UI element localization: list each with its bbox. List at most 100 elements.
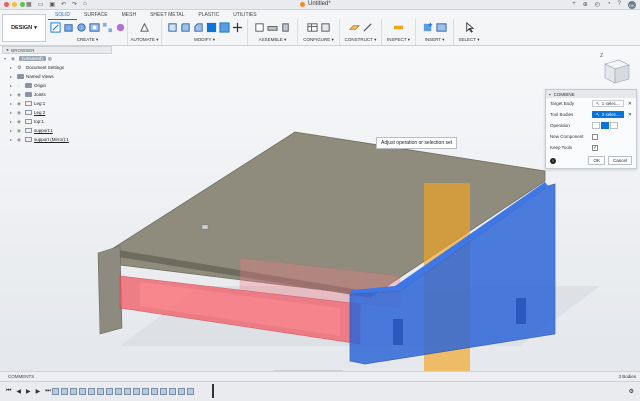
select-cursor-icon[interactable] xyxy=(464,22,475,33)
join-operation-button[interactable] xyxy=(592,122,600,129)
cut-operation-button[interactable] xyxy=(601,122,609,129)
timeline-feature[interactable] xyxy=(115,388,122,395)
measure-icon[interactable] xyxy=(393,22,404,33)
clear-target-icon[interactable]: ✕ xyxy=(628,101,632,107)
joint-icon[interactable] xyxy=(267,22,278,33)
step-back-icon[interactable]: ◀ xyxy=(16,388,21,395)
clear-tools-icon[interactable]: ✕ xyxy=(628,112,632,118)
as-built-joint-icon[interactable] xyxy=(280,22,291,33)
timeline-feature[interactable] xyxy=(178,388,185,395)
chevron-right-icon[interactable]: ▸ xyxy=(10,137,15,142)
new-sketch-icon[interactable] xyxy=(49,22,61,33)
insert-derive-icon[interactable] xyxy=(423,22,434,33)
move-icon[interactable] xyxy=(232,22,243,33)
new-component-checkbox[interactable] xyxy=(592,133,598,140)
automate-icon[interactable] xyxy=(139,22,150,33)
chevron-right-icon[interactable]: ▸ xyxy=(10,65,15,70)
press-pull-icon[interactable] xyxy=(167,22,178,33)
timeline-settings-icon[interactable]: ⚙ xyxy=(629,388,634,395)
ok-button[interactable]: OK xyxy=(588,156,605,165)
insert-image-icon[interactable] xyxy=(435,22,447,33)
timeline-feature[interactable] xyxy=(61,388,68,395)
timeline-feature[interactable] xyxy=(106,388,113,395)
skip-start-icon[interactable]: ⏮ xyxy=(6,388,11,395)
eye-icon[interactable]: ◉ xyxy=(17,137,23,143)
tree-item-document-settings[interactable]: ▸ ⚙ Document Settings xyxy=(2,63,112,72)
tree-item-top-1[interactable]: ▸ ◉ top:1 xyxy=(2,117,112,126)
axis-icon[interactable] xyxy=(362,22,373,33)
step-forward-icon[interactable]: ▶ xyxy=(36,388,41,395)
tool-bodies-selector[interactable]: ↖ 2 selec... xyxy=(592,111,624,118)
view-cube[interactable]: Z xyxy=(597,52,633,86)
redo-icon[interactable]: ↷ xyxy=(72,1,77,8)
minimize-window-button[interactable] xyxy=(12,2,17,7)
workspace-selector[interactable]: DESIGN ▾ xyxy=(2,14,46,42)
timeline-feature[interactable] xyxy=(124,388,131,395)
configure-table-icon[interactable] xyxy=(306,22,318,33)
job-status-icon[interactable]: ◴ xyxy=(595,1,600,9)
grid-icon[interactable]: ▦ xyxy=(26,1,32,8)
tree-item-support-mirror-1[interactable]: ▸ ◉ support (Mirror):1 xyxy=(2,135,112,144)
timeline-marker[interactable] xyxy=(212,384,214,398)
eye-icon[interactable]: ◉ xyxy=(17,119,23,125)
timeline-feature[interactable] xyxy=(151,388,158,395)
collapse-icon[interactable]: ▪ xyxy=(549,92,551,97)
notifications-icon[interactable]: ◔ xyxy=(607,1,611,9)
chevron-right-icon[interactable]: ▸ xyxy=(10,92,15,97)
timeline-feature[interactable] xyxy=(97,388,104,395)
eye-icon[interactable]: ◌ xyxy=(17,83,23,88)
tree-root[interactable]: ▾ ◉ (Unsaved) ◎ xyxy=(2,54,112,63)
combine-icon[interactable] xyxy=(218,22,230,33)
collapse-icon[interactable]: ◂ xyxy=(6,47,8,53)
comments-bar[interactable]: COMMENTS xyxy=(0,371,640,381)
undo-icon[interactable]: ↶ xyxy=(61,1,66,8)
chevron-right-icon[interactable]: ▸ xyxy=(10,74,15,79)
save-icon[interactable]: ▣ xyxy=(49,1,55,8)
intersect-operation-button[interactable] xyxy=(610,122,618,129)
tree-item-named-views[interactable]: ▸ Named Views xyxy=(2,72,112,81)
timeline-feature[interactable] xyxy=(187,388,194,395)
eye-icon[interactable]: ◉ xyxy=(17,128,23,134)
cancel-button[interactable]: Cancel xyxy=(607,156,632,165)
window-controls[interactable] xyxy=(4,2,25,7)
extensions-icon[interactable]: ⊕ xyxy=(583,1,588,9)
form-icon[interactable] xyxy=(115,22,126,33)
browser-header[interactable]: ◂ BROWSER xyxy=(2,46,112,54)
tree-item-leg-1[interactable]: ▸ ◉ Leg:1 xyxy=(2,99,112,108)
timeline-feature[interactable] xyxy=(142,388,149,395)
eye-icon[interactable]: ◉ xyxy=(11,56,17,62)
chevron-right-icon[interactable]: ▸ xyxy=(10,119,15,124)
chamfer-icon[interactable] xyxy=(193,22,204,33)
new-component-icon[interactable] xyxy=(254,22,265,33)
hole-icon[interactable] xyxy=(88,22,100,33)
timeline-feature[interactable] xyxy=(52,388,59,395)
timeline-feature[interactable] xyxy=(169,388,176,395)
target-body-selector[interactable]: ↖ 1 selec... xyxy=(592,100,624,107)
fillet-icon[interactable] xyxy=(180,22,191,33)
tree-item-leg-2[interactable]: ▸ ◉ Leg 2 xyxy=(2,108,112,117)
tree-item-origin[interactable]: ▸ ◌ Origin xyxy=(2,81,112,90)
configure-rules-icon[interactable] xyxy=(320,22,331,33)
eye-icon[interactable]: ◉ xyxy=(17,92,23,98)
keep-tools-checkbox[interactable]: ✓ xyxy=(592,144,598,151)
info-icon[interactable]: i xyxy=(550,158,556,164)
timeline-feature[interactable] xyxy=(88,388,95,395)
chevron-down-icon[interactable]: ▾ xyxy=(4,56,9,61)
chevron-right-icon[interactable]: ▸ xyxy=(10,101,15,106)
eye-icon[interactable]: ◉ xyxy=(17,101,23,107)
chevron-right-icon[interactable]: ▸ xyxy=(10,128,15,133)
zoom-window-button[interactable] xyxy=(20,2,25,7)
chevron-right-icon[interactable]: ▸ xyxy=(10,83,15,88)
close-window-button[interactable] xyxy=(4,2,9,7)
combine-dialog-header[interactable]: ▪ COMBINE xyxy=(546,90,636,98)
target-icon[interactable]: ◎ xyxy=(48,56,52,62)
revolve-icon[interactable] xyxy=(76,22,87,33)
eye-icon[interactable]: ◉ xyxy=(17,110,23,116)
extrude-icon[interactable] xyxy=(63,22,74,33)
tree-item-joints[interactable]: ▸ ◉ Joints xyxy=(2,90,112,99)
skip-end-icon[interactable]: ⏭ xyxy=(45,388,50,395)
chevron-right-icon[interactable]: ▸ xyxy=(10,110,15,115)
shell-icon[interactable] xyxy=(206,22,217,33)
file-icon[interactable]: ▭ xyxy=(38,1,44,8)
tree-item-support-1[interactable]: ▸ ◉ support:1 xyxy=(2,126,112,135)
